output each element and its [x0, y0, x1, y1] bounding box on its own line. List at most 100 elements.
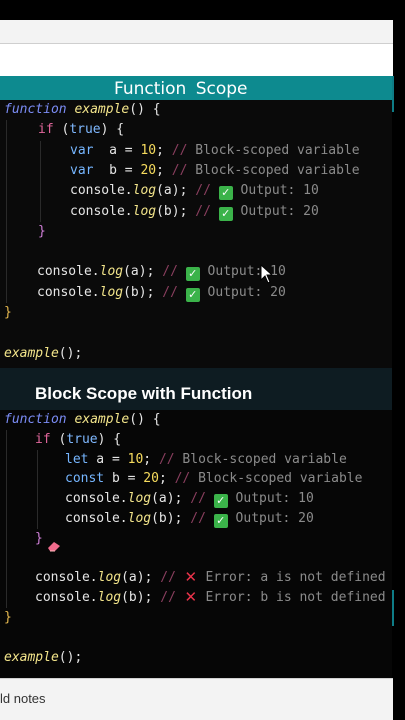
code-line: function example() {	[4, 410, 161, 430]
code-token: (b);	[121, 590, 161, 606]
code-line: }	[38, 222, 46, 242]
code-token: log	[99, 264, 124, 280]
code-line: console.log(a); // ✕ Error: a is not def…	[35, 568, 386, 588]
slide-title: Block Scope with Function	[35, 384, 253, 403]
code-token: example	[4, 649, 59, 665]
code-token: log	[132, 203, 157, 219]
code-token: console.	[65, 511, 128, 526]
code-line: var a = 10; // Block-scoped variable	[70, 141, 360, 161]
code-token: //	[160, 570, 184, 586]
code-token: (b);	[151, 511, 191, 526]
code-token: 10	[140, 142, 157, 158]
mouse-pointer-icon	[260, 264, 274, 284]
code-token: console.	[70, 203, 133, 219]
code-token: ;	[158, 471, 175, 487]
code-token: Block-scoped variable	[198, 471, 363, 487]
top-black-bar	[0, 0, 405, 20]
code-line: console.log(b); // ✓ Output: 20	[65, 509, 314, 529]
code-token: console.	[35, 590, 98, 606]
code-token: a =	[93, 142, 141, 158]
code-token: 10	[127, 451, 144, 467]
code-token: log	[127, 511, 152, 526]
code-token: }	[4, 610, 12, 625]
code-token: //	[195, 203, 219, 219]
code-token: log	[97, 590, 122, 606]
code-token: ;	[156, 162, 172, 178]
indent-guide	[6, 429, 7, 608]
code-line: console.log(b); // ✕ Error: b is not def…	[35, 588, 386, 608]
bottom-right-edge	[393, 678, 405, 720]
code-token: ;	[156, 142, 172, 158]
slide-edge-accent	[392, 590, 394, 626]
check-icon: ✓	[213, 494, 228, 509]
code-token: console.	[37, 264, 100, 280]
code-token: //	[190, 491, 214, 507]
code-token: console.	[65, 491, 128, 507]
code-token: Block-scoped variable	[195, 162, 360, 178]
code-token: var	[70, 142, 94, 158]
code-token: Output: 20	[232, 203, 319, 219]
code-token: Output: 10	[227, 491, 314, 507]
code-line: console.log(a); // ✓ Output: 10	[37, 262, 286, 282]
code-token: let	[65, 451, 89, 467]
code-line: var b = 20; // Block-scoped variable	[70, 161, 360, 181]
code-line: }	[4, 608, 12, 628]
code-token: Output: 20	[199, 284, 286, 300]
code-token: if	[35, 431, 59, 447]
code-line: }	[35, 529, 43, 549]
code-token: //	[195, 183, 219, 199]
code-token: log	[132, 183, 157, 199]
code-token: example	[74, 412, 130, 427]
code-line: function example() {	[4, 100, 161, 120]
cross-icon: ✕	[184, 568, 198, 587]
code-token: true	[66, 431, 98, 447]
code-line: console.log(b); // ✓ Output: 20	[70, 202, 319, 222]
code-line: if (true) {	[35, 430, 121, 450]
code-line: example();	[4, 648, 82, 668]
code-token: Output: 20	[227, 511, 314, 526]
code-token: if	[38, 122, 62, 138]
code-token: ;	[143, 451, 159, 467]
code-token: //	[162, 264, 186, 280]
slide-title-bar: Block Scope with Function	[0, 368, 392, 410]
code-token: () {	[129, 102, 161, 117]
code-token: }	[4, 305, 12, 320]
code-token: example	[4, 345, 59, 361]
slide-edge-accent	[392, 76, 394, 112]
eraser-icon	[48, 542, 60, 552]
slide-block-scope-with-function[interactable]: Block Scope with Function function examp…	[0, 368, 392, 678]
code-token: (a);	[151, 491, 191, 507]
slide-function-scope[interactable]: Function Scope function example() {if (t…	[0, 76, 392, 368]
code-line: const b = 20; // Block-scoped variable	[65, 469, 362, 489]
code-token: function	[4, 102, 75, 117]
check-icon: ✓	[213, 514, 228, 528]
code-line: }	[4, 303, 12, 323]
code-token: (a);	[121, 570, 161, 586]
app-toolbar	[0, 20, 393, 44]
code-token: () {	[129, 412, 161, 427]
code-token: //	[158, 451, 183, 467]
code-token: (a);	[156, 183, 196, 199]
code-token: Block-scoped variable	[195, 142, 360, 158]
indent-guide	[40, 140, 41, 222]
code-token: (b);	[123, 284, 163, 300]
code-token: true	[69, 122, 101, 138]
code-token: //	[190, 511, 214, 526]
check-icon: ✓	[185, 267, 200, 282]
code-token: //	[171, 162, 196, 178]
code-token: 20	[140, 162, 157, 178]
code-token: Output: 10	[232, 183, 319, 199]
code-token: example	[74, 102, 130, 117]
code-token: b =	[104, 471, 144, 487]
code-token: function	[4, 412, 75, 427]
code-token: //	[160, 590, 184, 606]
code-token: (b);	[156, 203, 196, 219]
cross-icon: ✕	[184, 588, 198, 607]
code-token: b =	[93, 162, 141, 178]
code-token: }	[38, 223, 46, 239]
code-token: //	[174, 471, 199, 487]
code-line: example();	[4, 344, 82, 364]
notes-bar[interactable]: ld notes	[0, 678, 393, 720]
code-line: if (true) {	[38, 120, 124, 140]
code-token: //	[171, 142, 196, 158]
